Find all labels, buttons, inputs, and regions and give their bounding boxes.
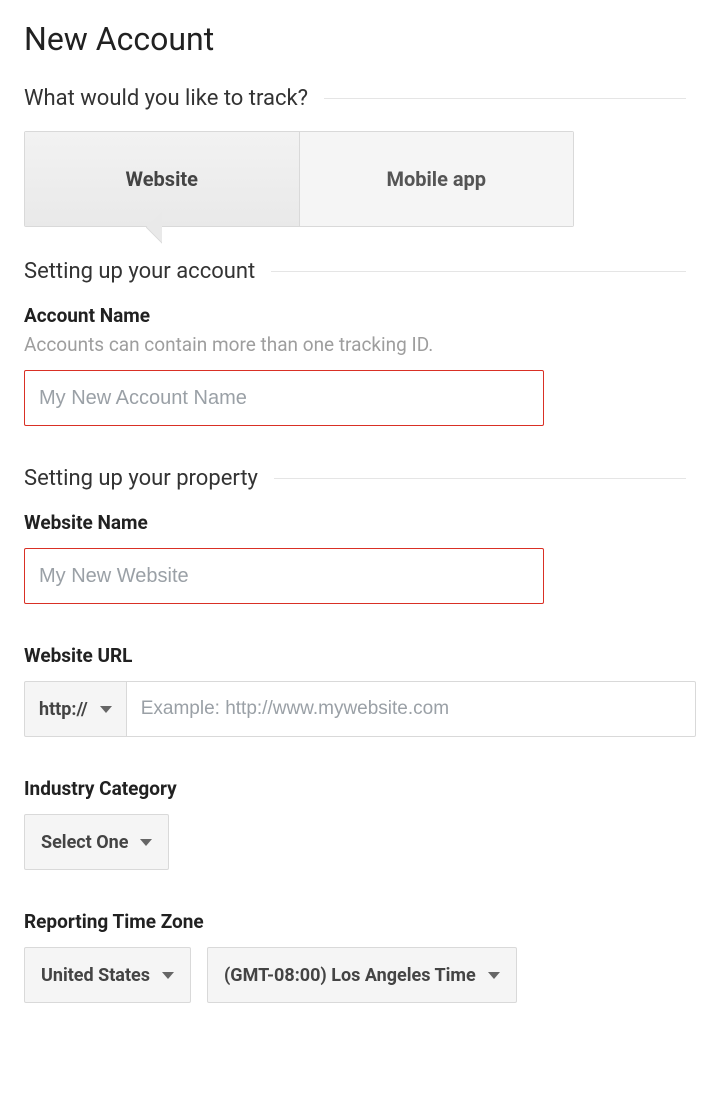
- timezone-label: Reporting Time Zone: [24, 910, 686, 933]
- track-tabs: Website Mobile app: [24, 131, 574, 227]
- track-heading-row: What would you like to track?: [24, 86, 686, 111]
- website-name-label: Website Name: [24, 511, 686, 534]
- tab-website[interactable]: Website: [25, 132, 300, 226]
- tab-website-label: Website: [126, 167, 198, 191]
- timezone-country-value: United States: [41, 965, 150, 986]
- website-url-row: http://: [24, 681, 696, 737]
- protocol-select[interactable]: http://: [24, 681, 127, 737]
- industry-value: Select One: [41, 832, 128, 853]
- account-name-hint: Accounts can contain more than one track…: [24, 333, 686, 356]
- timezone-row: United States (GMT-08:00) Los Angeles Ti…: [24, 947, 686, 1003]
- timezone-country-select[interactable]: United States: [24, 947, 191, 1003]
- timezone-offset-value: (GMT-08:00) Los Angeles Time: [224, 965, 476, 986]
- website-url-label: Website URL: [24, 644, 686, 667]
- account-name-input[interactable]: [24, 370, 544, 426]
- divider: [324, 98, 686, 99]
- tab-mobile-app-label: Mobile app: [386, 167, 486, 191]
- account-name-field: Account Name Accounts can contain more t…: [24, 304, 686, 426]
- divider: [271, 271, 686, 272]
- caret-down-icon: [488, 972, 500, 979]
- industry-label: Industry Category: [24, 777, 686, 800]
- caret-down-icon: [140, 839, 152, 846]
- industry-field: Industry Category Select One: [24, 777, 686, 870]
- account-heading: Setting up your account: [24, 259, 255, 284]
- protocol-value: http://: [39, 699, 88, 720]
- caret-down-icon: [100, 706, 112, 713]
- website-url-input[interactable]: [127, 681, 696, 737]
- caret-down-icon: [162, 972, 174, 979]
- website-url-field: Website URL http://: [24, 644, 686, 737]
- property-heading-row: Setting up your property: [24, 466, 686, 491]
- website-name-input[interactable]: [24, 548, 544, 604]
- track-heading: What would you like to track?: [24, 86, 308, 111]
- property-heading: Setting up your property: [24, 466, 258, 491]
- account-name-label: Account Name: [24, 304, 686, 327]
- page-title: New Account: [24, 20, 686, 58]
- tab-mobile-app[interactable]: Mobile app: [300, 132, 574, 226]
- timezone-offset-select[interactable]: (GMT-08:00) Los Angeles Time: [207, 947, 517, 1003]
- website-name-field: Website Name: [24, 511, 686, 604]
- industry-select[interactable]: Select One: [24, 814, 169, 870]
- timezone-field: Reporting Time Zone United States (GMT-0…: [24, 910, 686, 1003]
- divider: [274, 478, 686, 479]
- account-heading-row: Setting up your account: [24, 259, 686, 284]
